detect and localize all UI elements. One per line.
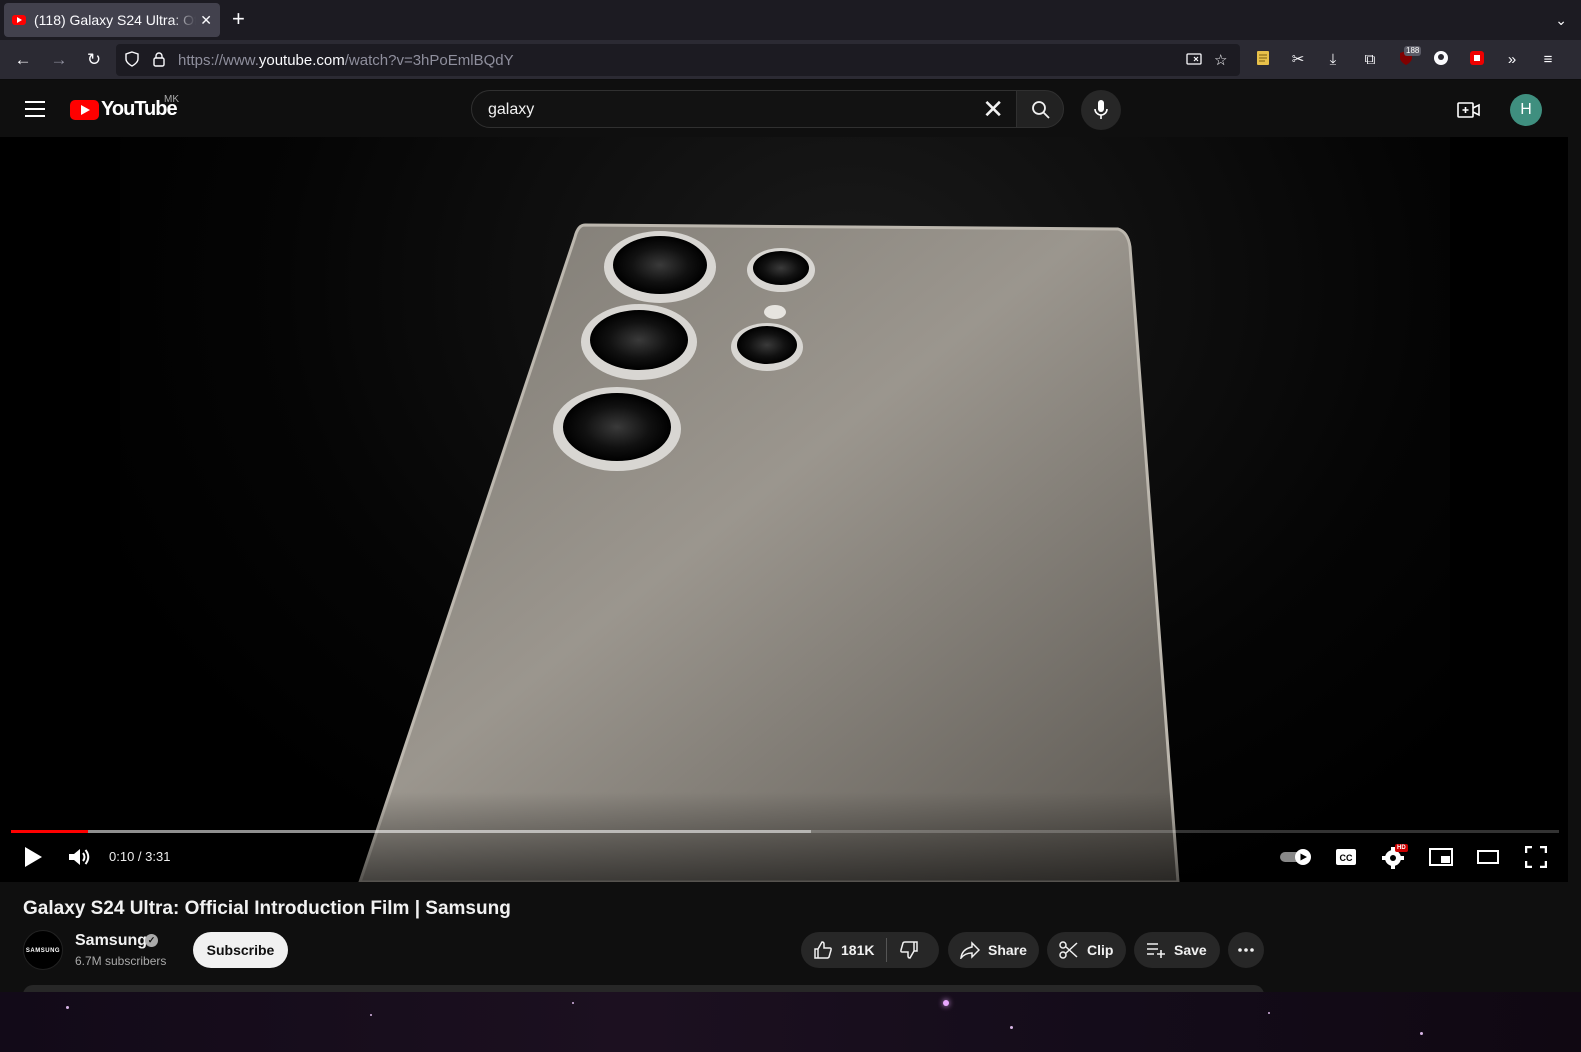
progress-bar[interactable] (11, 830, 1559, 833)
ambient-star (370, 1014, 372, 1016)
search-button[interactable] (1016, 90, 1064, 128)
progress-loaded (11, 830, 812, 833)
ambient-star (943, 1000, 949, 1006)
search-query[interactable]: galaxy (488, 101, 534, 119)
lock-icon[interactable] (152, 51, 166, 71)
url-bar[interactable]: https://www.youtube.com/watch?v=3hPoEmlB… (116, 44, 1240, 76)
video-frame-phone (358, 223, 1180, 882)
clip-label: Clip (1087, 942, 1114, 958)
app-menu-icon[interactable]: ≡ (1538, 50, 1558, 70)
verified-check-icon: ✓ (145, 934, 158, 947)
ambient-star (66, 1006, 69, 1009)
channel-avatar[interactable]: SAMSUNG (23, 930, 63, 970)
github-icon[interactable] (1431, 50, 1451, 70)
like-button[interactable]: 181K (813, 940, 874, 960)
more-actions-button[interactable] (1228, 932, 1264, 968)
play-icon (25, 847, 42, 867)
clear-search-icon[interactable]: ✕ (982, 95, 1004, 123)
like-divider (886, 938, 888, 962)
browser-tab[interactable]: (118) Galaxy S24 Ultra: Official Introdu… (4, 3, 220, 37)
volume-icon (69, 849, 90, 865)
dislike-button[interactable] (899, 940, 927, 960)
subscribe-button[interactable]: Subscribe (193, 932, 288, 968)
autoplay-toggle[interactable] (1279, 848, 1313, 871)
thumbs-down-icon (900, 941, 919, 959)
miniplayer-icon (1429, 848, 1453, 866)
like-dislike-group: 181K (801, 932, 939, 968)
subscriber-count: 6.7M subscribers (75, 954, 167, 968)
share-icon (960, 941, 980, 959)
youtube-header: YouTube MK galaxy ✕ H (0, 81, 1581, 137)
like-count: 181K (841, 942, 875, 958)
share-button[interactable]: Share (948, 932, 1039, 968)
search-input[interactable]: galaxy ✕ (471, 90, 1017, 128)
notes-extension-icon[interactable] (1253, 50, 1273, 70)
miniplayer-button[interactable] (1429, 848, 1453, 871)
fullscreen-icon (1524, 845, 1548, 869)
captions-button[interactable]: CC (1335, 848, 1357, 871)
more-horizontal-icon (1238, 948, 1254, 952)
search-icon (1032, 101, 1050, 119)
guide-menu-icon[interactable] (25, 101, 45, 117)
clip-button[interactable]: Clip (1047, 932, 1126, 968)
ambient-star (1010, 1026, 1013, 1029)
settings-button[interactable]: HD (1382, 844, 1408, 874)
account-avatar[interactable]: H (1510, 94, 1542, 126)
region-code: MK (164, 94, 179, 105)
controls-scrim (0, 792, 1568, 882)
playlist-add-icon (1147, 943, 1165, 958)
share-label: Share (988, 942, 1027, 958)
theater-icon (1477, 850, 1499, 864)
create-video-icon[interactable] (1457, 99, 1481, 121)
duration: 3:31 (145, 849, 171, 864)
screenshot-icon[interactable]: ✂ (1288, 50, 1308, 70)
current-time: 0:10 (109, 849, 135, 864)
browser-tab-bar: (118) Galaxy S24 Ultra: Official Introdu… (0, 0, 1581, 40)
save-button[interactable]: Save (1134, 932, 1220, 968)
fullscreen-button[interactable] (1524, 845, 1548, 873)
stop-extension-icon[interactable] (1467, 50, 1487, 70)
theater-mode-button[interactable] (1477, 850, 1499, 869)
browser-nav-bar: ← → ↻ https://www.youtube.com/watch?v=3h… (0, 40, 1581, 80)
url-text[interactable]: https://www.youtube.com/watch?v=3hPoEmlB… (178, 52, 514, 69)
microphone-icon (1094, 100, 1108, 119)
video-metadata: Galaxy S24 Ultra: Official Introduction … (0, 882, 1581, 997)
tracking-protection-icon[interactable] (124, 51, 140, 71)
video-title: Galaxy S24 Ultra: Official Introduction … (23, 898, 511, 919)
progress-played (11, 830, 89, 833)
youtube-favicon-icon (12, 15, 26, 25)
svg-text:CC: CC (1340, 853, 1353, 863)
reader-view-icon[interactable] (1186, 51, 1202, 71)
downloads-icon[interactable]: ⤓ (1323, 50, 1343, 70)
autoplay-icon (1280, 849, 1311, 865)
scissors-icon (1059, 941, 1078, 959)
youtube-play-logo-icon (70, 99, 99, 120)
channel-name[interactable]: Samsung (75, 932, 147, 950)
ublock-extension-icon[interactable]: 188 (1396, 46, 1422, 70)
close-tab-icon[interactable]: ✕ (200, 12, 212, 29)
list-all-tabs-icon[interactable]: ⌄ (1555, 12, 1567, 29)
tab-title: (118) Galaxy S24 Ultra: Official Introdu… (34, 12, 197, 28)
reload-icon[interactable]: ↻ (84, 50, 104, 70)
forward-icon[interactable]: → (49, 50, 69, 70)
back-icon[interactable]: ← (13, 50, 33, 70)
mute-button[interactable] (68, 847, 92, 872)
overflow-menu-icon[interactable]: » (1502, 50, 1522, 70)
thumbs-up-icon (814, 941, 832, 959)
video-player[interactable]: 0:10 / 3:31 CC HD (0, 137, 1568, 882)
extensions-icon[interactable]: ⧉ (1360, 50, 1380, 70)
bookmark-star-icon[interactable]: ☆ (1214, 51, 1227, 69)
save-label: Save (1174, 942, 1207, 958)
captions-icon: CC (1336, 849, 1356, 865)
time-display: 0:10 / 3:31 (109, 849, 171, 864)
new-tab-icon[interactable]: + (232, 8, 245, 30)
youtube-logo[interactable]: YouTube MK (70, 94, 179, 121)
ambient-star (1420, 1032, 1423, 1035)
ambient-star (1268, 1012, 1270, 1014)
ambient-background (0, 992, 1581, 1052)
ambient-star (572, 1002, 574, 1004)
hd-badge: HD (1395, 844, 1408, 852)
play-button[interactable] (23, 846, 43, 873)
voice-search-button[interactable] (1081, 90, 1121, 130)
